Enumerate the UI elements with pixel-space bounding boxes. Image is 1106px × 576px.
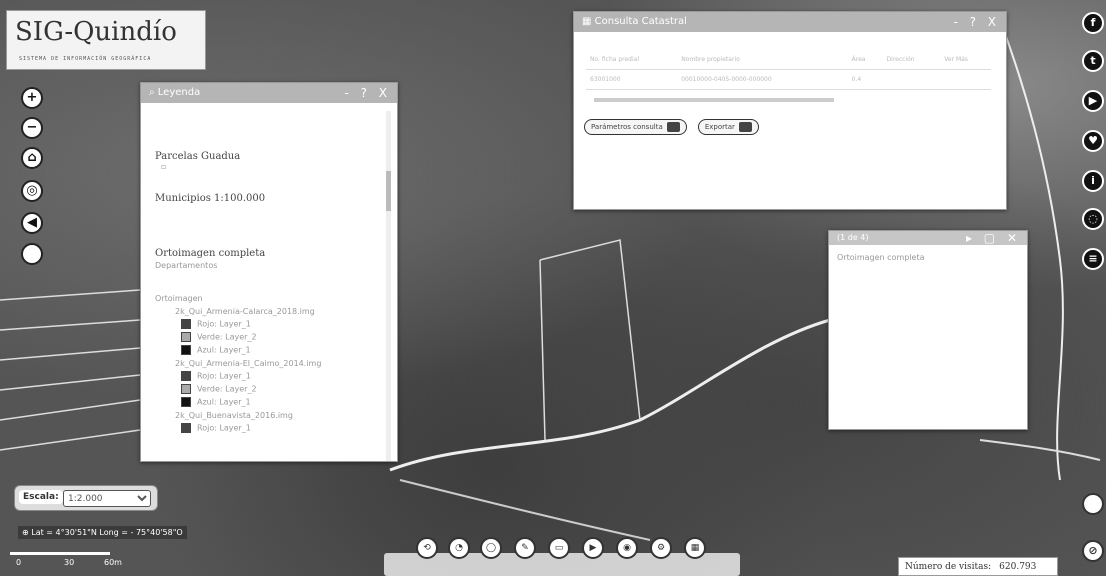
app-logo[interactable]: SIG-Quindío SISTEMA DE INFORMACIÓN GEOGR… (6, 10, 206, 70)
circle-tool-icon: ◯ (485, 543, 497, 553)
legend-band-row: Verde: Layer_2 (181, 332, 383, 342)
print-icon: ▭ (554, 543, 564, 553)
scale-label-60: 60m (104, 558, 122, 567)
print-tool-button[interactable]: ▭ (548, 537, 570, 559)
globe-icon[interactable]: ◌ (1082, 208, 1104, 230)
logo-subtitle: SISTEMA DE INFORMACIÓN GEOGRÁFICA (19, 56, 152, 62)
legend-panel: ⌕ Leyenda - ? X Parcelas Guadua ▫ Munici… (140, 82, 398, 462)
legend-section-parcelas: Parcelas Guadua (155, 151, 241, 162)
table-row[interactable]: 63001000 00010000-0405-0000-000000 0.4 (586, 69, 991, 90)
legend-section-municipios: Municipios 1:100.000 (155, 193, 266, 204)
popup-window-buttons[interactable]: ▸ ▢ ✕ (966, 231, 1021, 245)
visit-counter: Número de visitas: 620.793 (898, 557, 1058, 576)
consulta-titlebar[interactable]: ▦ Consulta Catastral - ? X (574, 12, 1006, 32)
crosshair-icon: ⊕ (22, 528, 32, 537)
legend-scrollbar[interactable] (386, 111, 391, 461)
scale-label-0: 0 (16, 558, 22, 567)
extra-tool-button[interactable] (21, 243, 43, 265)
popup-body: Ortoimagen completa (837, 253, 925, 262)
legend-sub-label: Departamentos (155, 261, 218, 270)
locate-button[interactable]: ◎ (21, 180, 43, 202)
visits-value: 620.793 (999, 562, 1037, 572)
escala-select[interactable]: 1:2.000 (63, 490, 151, 507)
exportar-button[interactable]: Exportar (697, 119, 759, 135)
scale-bar: 0 30 60m (8, 548, 126, 572)
home-icon: ⌂ (27, 150, 37, 165)
legend-layer-name: 2k_Qui_Armenia-El_Caimo_2014.img (175, 359, 322, 368)
zoom-out-icon: − (26, 120, 38, 135)
zoom-out-button[interactable]: − (21, 117, 43, 139)
table-icon: ▦ (690, 543, 700, 553)
compass-icon[interactable]: ⊘ (1082, 540, 1104, 562)
legend-band-row: Rojo: Layer_1 (181, 423, 383, 433)
legend-titlebar[interactable]: ⌕ Leyenda - ? X (141, 83, 397, 103)
grid-icon: ▦ (582, 16, 595, 27)
measure-icon: ◔ (455, 543, 463, 553)
table-tool-button[interactable]: ▦ (684, 537, 706, 559)
legend-group-header: Ortoimagen (155, 294, 203, 303)
twitter-icon[interactable]: t (1082, 50, 1104, 72)
logo-title: SIG-Quindío (15, 17, 177, 47)
measure-tool-button[interactable]: ◔ (448, 537, 470, 559)
popup-titlebar[interactable]: (1 de 4) ▸ ▢ ✕ (829, 231, 1027, 245)
coordinates-readout: ⊕ Lat = 4°30'51"N Long = - 75°40'58"O (18, 526, 187, 539)
play-icon: ▶ (589, 543, 597, 553)
legend-band-row: Azul: Layer_1 (181, 397, 383, 407)
back-icon: ◀ (27, 215, 37, 230)
locate-icon: ◎ (26, 183, 38, 198)
menu-icon[interactable]: ≡ (1082, 248, 1104, 270)
circle-tool-button[interactable]: ◯ (480, 537, 502, 559)
horizontal-scrollbar[interactable] (594, 98, 834, 102)
legend-marker: ▫ (161, 162, 167, 171)
home-button[interactable]: ⌂ (21, 147, 43, 169)
info-popup: (1 de 4) ▸ ▢ ✕ Ortoimagen completa (828, 230, 1028, 430)
legend-layer-name: 2k_Qui_Buenavista_2016.img (175, 411, 293, 420)
draw-tool-button[interactable]: ✎ (514, 537, 536, 559)
consulta-window-buttons[interactable]: - ? X (953, 12, 1000, 32)
table-row[interactable]: No. ficha predial Nombre propietario Área D… (586, 50, 991, 70)
bottom-toolbar: ⟲ ◔ ◯ ✎ ▭ ▶ ◉ ⚙ ▦ (384, 537, 740, 576)
legend-band-row: Azul: Layer_1 (181, 345, 383, 355)
zoom-in-icon: + (26, 90, 38, 105)
legend-section-ortoimagen: Ortoimagen completa (155, 248, 266, 259)
popup-title: (1 de 4) (837, 233, 869, 242)
legend-band-row: Verde: Layer_2 (181, 384, 383, 394)
layer-icon: ◉ (623, 543, 631, 553)
heart-icon[interactable]: ♥ (1082, 130, 1104, 152)
consulta-catastral-panel: ▦ Consulta Catastral - ? X No. ficha pre… (573, 11, 1007, 210)
circle-icon[interactable] (1082, 493, 1104, 515)
scale-label-30: 30 (64, 558, 75, 567)
play-tool-button[interactable]: ▶ (582, 537, 604, 559)
history-tool-button[interactable]: ⟲ (416, 537, 438, 559)
facebook-icon[interactable]: f (1082, 12, 1104, 34)
consulta-title: Consulta Catastral (594, 16, 687, 27)
escala-control: Escala: 1:2.000 (14, 485, 158, 511)
layer-tool-button[interactable]: ◉ (616, 537, 638, 559)
legend-window-buttons[interactable]: - ? X (344, 83, 391, 103)
pencil-icon: ✎ (521, 543, 529, 553)
legend-layer-name: 2k_Qui_Armenia-Calarca_2018.img (175, 307, 315, 316)
legend-band-row: Rojo: Layer_1 (181, 371, 383, 381)
info-icon[interactable]: i (1082, 170, 1104, 192)
search-icon: ⌕ (149, 87, 158, 98)
legend-band-row: Rojo: Layer_1 (181, 319, 383, 329)
youtube-icon[interactable]: ▶ (1082, 90, 1104, 112)
visits-label: Número de visitas: (905, 562, 992, 572)
escala-label: Escala: (19, 490, 63, 504)
legend-title: Leyenda (157, 87, 201, 98)
settings-tool-button[interactable]: ⚙ (650, 537, 672, 559)
zoom-in-button[interactable]: + (21, 87, 43, 109)
gear-icon: ⚙ (656, 543, 666, 553)
parametros-consulta-button[interactable]: Parámetros consulta (584, 119, 687, 135)
history-icon: ⟲ (423, 543, 431, 553)
back-button[interactable]: ◀ (21, 212, 43, 234)
consulta-table: No. ficha predial Nombre propietario Área D… (586, 50, 991, 90)
